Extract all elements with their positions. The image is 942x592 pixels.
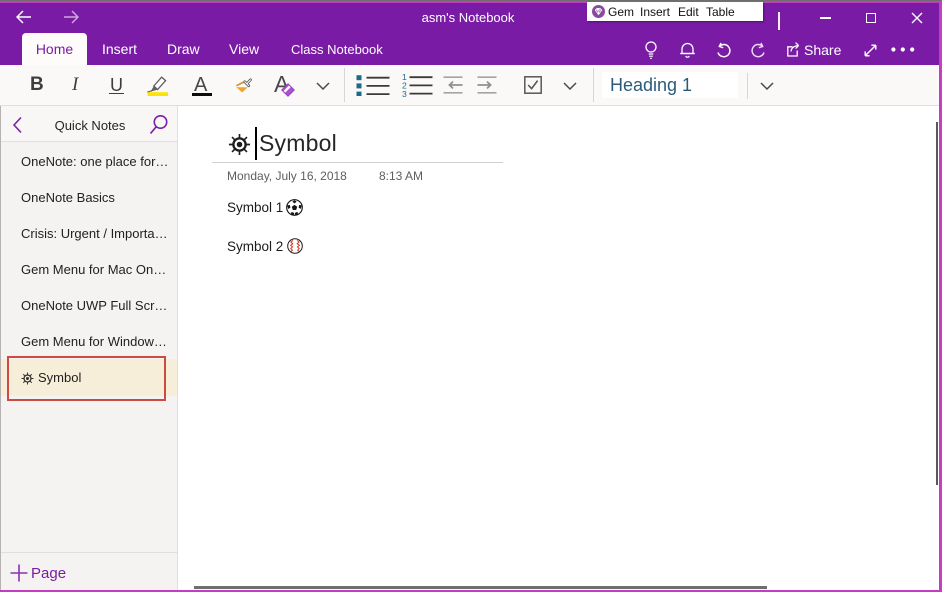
- svg-text:3: 3: [402, 89, 407, 97]
